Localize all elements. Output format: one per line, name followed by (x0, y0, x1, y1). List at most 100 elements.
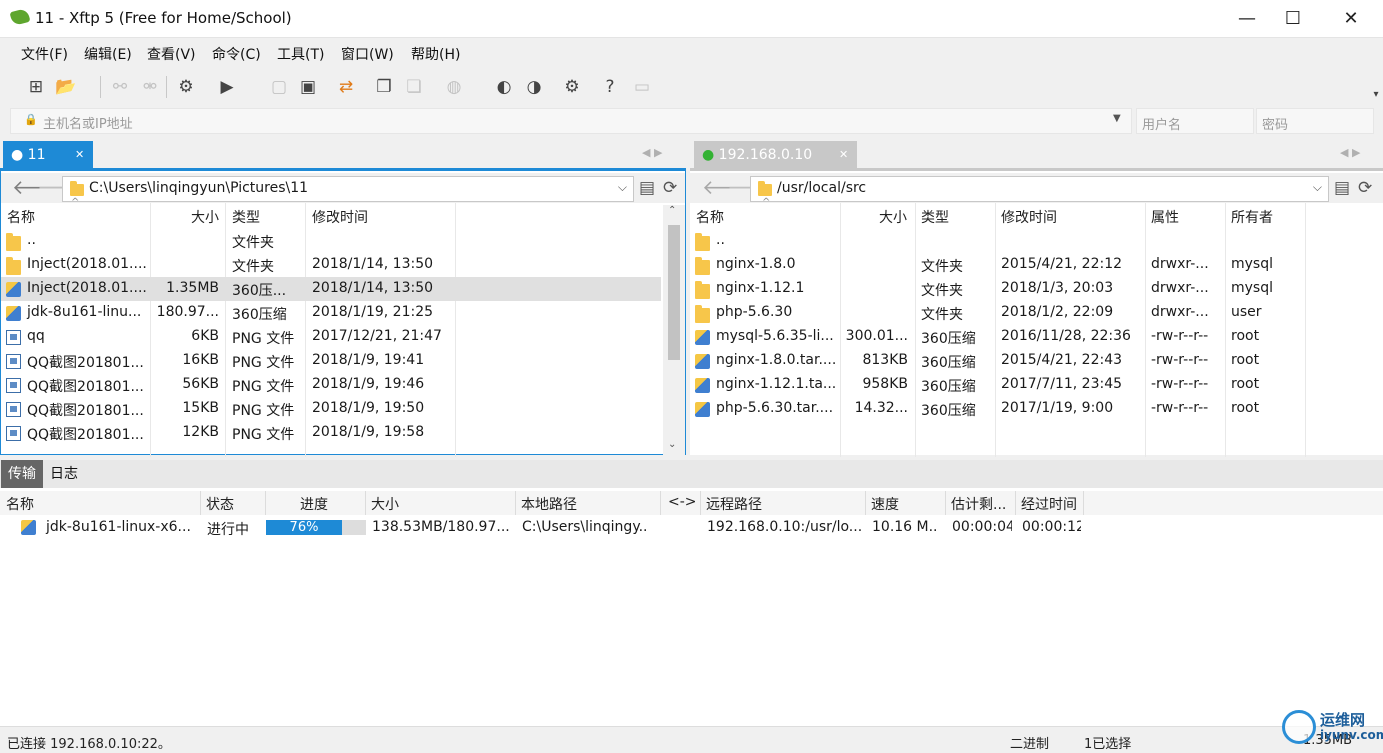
col-progress[interactable]: 进度 (300, 494, 328, 514)
col-elapsed[interactable]: 经过时间 (1021, 494, 1077, 514)
col-speed[interactable]: 速度 (871, 494, 899, 514)
sync-icon[interactable]: ⇄ (334, 75, 358, 99)
tab-scroll-arrows[interactable]: ◀ ▶ (1340, 146, 1360, 159)
file-owner: root (1231, 352, 1260, 368)
username-input[interactable]: 用户名 (1136, 108, 1254, 134)
file-type: 文件夹 (921, 283, 963, 299)
close-icon[interactable]: ✕ (75, 141, 84, 169)
refresh-icon[interactable]: ⟳ (663, 178, 677, 198)
xftp-icon[interactable]: ◑ (522, 75, 546, 99)
file-row[interactable]: QQ截图201801... 15KB PNG 文件 2018/1/9, 19:50 (1, 397, 661, 421)
play-icon[interactable]: ▶ (215, 75, 239, 99)
upload-icon[interactable]: ▣ (296, 75, 320, 99)
local-scrollbar[interactable]: ⌃ ⌄ (663, 205, 685, 455)
tab-scroll-arrows[interactable]: ◀ ▶ (642, 146, 662, 159)
file-row[interactable]: nginx-1.12.1.ta... 958KB 360压缩 2017/7/11, 2… (690, 373, 1383, 397)
chat-icon[interactable]: ▭ (630, 75, 654, 99)
file-row[interactable]: php-5.6.30 文件夹 2018/1/2, 22:09 drwxr-... use… (690, 301, 1383, 325)
col-size[interactable]: 大小 (879, 207, 907, 227)
file-type: 360压缩 (921, 355, 976, 371)
tab-local[interactable]: ● 11 ✕ (3, 141, 93, 169)
tab-remote[interactable]: ● 192.168.0.10 ✕ (694, 141, 857, 169)
file-row[interactable]: nginx-1.8.0 文件夹 2015/4/21, 22:12 drwxr-... m… (690, 253, 1383, 277)
transfer-row[interactable]: jdk-8u161-linux-x6... 进行中 138.53MB/180.9… (0, 516, 1383, 540)
menu-help[interactable]: 帮助(H) (411, 44, 460, 64)
chevron-down-icon[interactable]: ⌵ (1313, 180, 1322, 195)
col-remote-path[interactable]: 远程路径 (706, 494, 762, 514)
close-button[interactable]: ✕ (1328, 0, 1374, 38)
scroll-up-icon[interactable]: ⌃ (668, 205, 676, 216)
globe-icon[interactable]: ◍ (442, 75, 466, 99)
col-eta[interactable]: 估计剩... (951, 494, 1006, 514)
minimize-button[interactable]: — (1224, 0, 1270, 38)
scroll-thumb[interactable] (668, 225, 680, 360)
file-row[interactable]: .. 文件夹 (1, 229, 661, 253)
open-folder-icon[interactable]: 📂 (54, 75, 78, 99)
col-name[interactable]: 名称 (6, 494, 34, 514)
local-path-input[interactable]: C:\Users\linqingyun\Pictures\11 ⌵ (62, 176, 634, 202)
file-mtime: 2018/1/3, 20:03 (1001, 280, 1114, 296)
menu-edit[interactable]: 编辑(E) (84, 44, 132, 64)
file-row[interactable]: QQ截图201801... 16KB PNG 文件 2018/1/9, 19:41 (1, 349, 661, 373)
col-direction[interactable]: <-> (668, 494, 697, 510)
remote-path-input[interactable]: /usr/local/src ⌵ (750, 176, 1329, 202)
file-row[interactable]: jdk-8u161-linu... 180.97... 360压缩 2018/1/19… (1, 301, 661, 325)
file-row[interactable]: mysql-5.6.35-li... 300.01... 360压缩 2016/11/… (690, 325, 1383, 349)
image-file-icon (6, 402, 21, 417)
xshell-icon[interactable]: ◐ (492, 75, 516, 99)
folder-up-icon[interactable]: ▤ (639, 178, 655, 198)
col-type[interactable]: 类型 (232, 207, 260, 227)
col-size[interactable]: 大小 (371, 494, 399, 514)
file-row[interactable]: QQ截图201801... 56KB PNG 文件 2018/1/9, 19:46 (1, 373, 661, 397)
copy-icon[interactable]: ❐ (372, 75, 396, 99)
file-attr: drwxr-... (1151, 256, 1209, 272)
col-size[interactable]: 大小 (191, 207, 219, 227)
column-divider (365, 491, 366, 515)
chevron-down-icon[interactable]: ⌵ (618, 180, 627, 195)
tab-transfer[interactable]: 传输 (1, 460, 43, 488)
menu-window[interactable]: 窗口(W) (341, 44, 394, 64)
file-row[interactable]: QQ截图201801... 12KB PNG 文件 2018/1/9, 19:58 (1, 421, 661, 445)
archive-icon (695, 378, 710, 393)
file-name: QQ截图201801... (27, 379, 144, 395)
menu-tools[interactable]: 工具(T) (277, 44, 324, 64)
connect-icon[interactable]: ⚯ (108, 75, 132, 99)
folder-up-icon[interactable]: ▤ (1334, 178, 1350, 198)
password-input[interactable]: 密码 (1256, 108, 1374, 134)
host-address-input[interactable]: 🔒 主机名或IP地址 ▼ (10, 108, 1132, 134)
col-mtime[interactable]: 修改时间 (1001, 207, 1057, 227)
toolbar-overflow-icon[interactable]: ▾ (1364, 82, 1383, 106)
file-name: .. (27, 232, 36, 248)
paste-icon[interactable]: ❏ (402, 75, 426, 99)
col-attr[interactable]: 属性 (1151, 207, 1179, 227)
file-row[interactable]: qq 6KB PNG 文件 2017/12/21, 21:47 (1, 325, 661, 349)
col-name[interactable]: 名称 (696, 207, 724, 227)
properties-icon[interactable]: ⚙ (174, 75, 198, 99)
menu-view[interactable]: 查看(V) (147, 44, 196, 64)
col-mtime[interactable]: 修改时间 (312, 207, 368, 227)
close-icon[interactable]: ✕ (839, 141, 848, 169)
refresh-icon[interactable]: ⟳ (1358, 178, 1372, 198)
disconnect-icon[interactable]: ⚮ (138, 75, 162, 99)
file-row[interactable]: Inject(2018.01.... 文件夹 2018/1/14, 13:50 (1, 253, 661, 277)
help-icon[interactable]: ? (598, 75, 622, 99)
new-session-icon[interactable]: ⊞ (24, 75, 48, 99)
file-row[interactable]: php-5.6.30.tar.... 14.32... 360压缩 2017/1/19… (690, 397, 1383, 421)
col-local-path[interactable]: 本地路径 (521, 494, 577, 514)
download-icon[interactable]: ▢ (267, 75, 291, 99)
menu-command[interactable]: 命令(C) (212, 44, 261, 64)
chevron-down-icon[interactable]: ▼ (1113, 113, 1121, 124)
file-row[interactable]: Inject(2018.01.... 1.35MB 360压... 2018/1/14… (1, 277, 661, 301)
col-owner[interactable]: 所有者 (1231, 207, 1273, 227)
scroll-down-icon[interactable]: ⌄ (668, 439, 676, 450)
col-type[interactable]: 类型 (921, 207, 949, 227)
file-row[interactable]: .. (690, 229, 1383, 253)
col-name[interactable]: 名称 (7, 207, 35, 227)
maximize-button[interactable]: ☐ (1270, 0, 1316, 38)
settings-icon[interactable]: ⚙ (560, 75, 584, 99)
tab-log[interactable]: 日志 (43, 460, 85, 488)
file-row[interactable]: nginx-1.12.1 文件夹 2018/1/3, 20:03 drwxr-... m… (690, 277, 1383, 301)
menu-file[interactable]: 文件(F) (21, 44, 68, 64)
file-row[interactable]: nginx-1.8.0.tar.... 813KB 360压缩 2015/4/21, … (690, 349, 1383, 373)
col-status[interactable]: 状态 (206, 494, 234, 514)
